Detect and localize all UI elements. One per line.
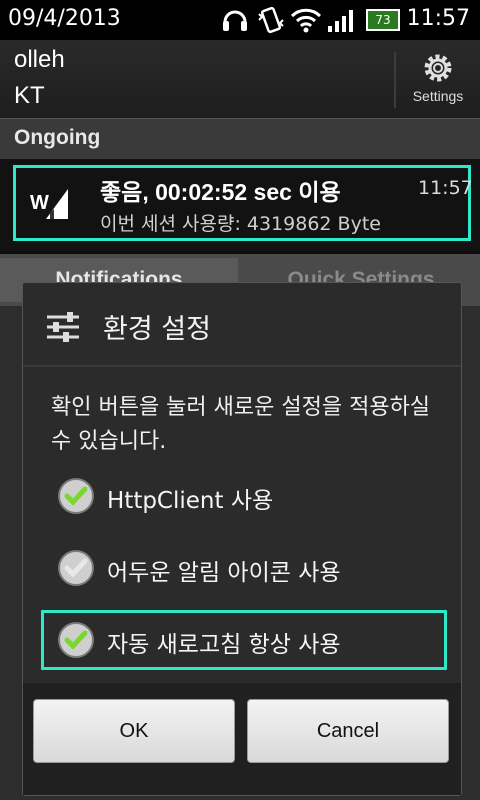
settings-label: Settings [412, 88, 464, 104]
dialog-title-bar: 환경 설정 [23, 283, 461, 365]
status-bar: 09/4/2013 73 11:57 [0, 0, 480, 40]
sliders-icon [47, 312, 79, 342]
notification-title: 좋음, 00:02:52 sec 이용 [100, 179, 341, 205]
checkbox-checked-icon[interactable] [57, 477, 95, 515]
carrier-panel: olleh KT Settings [0, 40, 480, 118]
checkbox-unchecked-icon[interactable] [57, 549, 95, 587]
carrier-name: olleh [14, 46, 65, 73]
dialog-title: 환경 설정 [103, 314, 211, 345]
svg-text:W: W [30, 192, 49, 214]
vibrate-icon [258, 6, 284, 34]
signal-icon [328, 10, 353, 32]
gear-icon [424, 54, 452, 82]
ok-button[interactable]: OK [33, 699, 235, 763]
settings-button[interactable]: Settings [400, 44, 476, 116]
notification-time: 11:57 [418, 177, 473, 199]
ongoing-header: Ongoing [0, 118, 480, 159]
notification-subtitle: 이번 세션 사용량: 4319862 Byte [100, 213, 381, 235]
option-label: HttpClient 사용 [107, 488, 274, 514]
option-label: 어두운 알림 아이콘 사용 [107, 560, 341, 586]
carrier-network: KT [14, 82, 45, 109]
dialog-button-bar: OK Cancel [23, 683, 461, 795]
divider [23, 365, 461, 367]
option-label: 자동 새로고침 항상 사용 [107, 632, 341, 658]
ongoing-notification[interactable]: W 좋음, 00:02:52 sec 이용 이번 세션 사용량: 4319862… [0, 159, 480, 251]
wifi-icon [290, 8, 322, 33]
option-httpclient[interactable]: HttpClient 사용 [23, 461, 461, 531]
signal-app-icon: W [30, 189, 68, 219]
battery-level: 73 [375, 13, 391, 27]
battery-icon: 73 [366, 9, 400, 31]
divider [394, 52, 396, 108]
dialog-message: 확인 버튼을 눌러 새로운 설정을 적용하실 수 있습니다. [51, 395, 431, 454]
option-dark-icon[interactable]: 어두운 알림 아이콘 사용 [23, 533, 461, 603]
cancel-button[interactable]: Cancel [247, 699, 449, 763]
status-date: 09/4/2013 [8, 6, 121, 31]
checkbox-checked-icon[interactable] [57, 621, 95, 659]
settings-dialog: 환경 설정 확인 버튼을 눌러 새로운 설정을 적용하실 수 있습니다. Htt… [22, 282, 462, 796]
headset-icon [223, 10, 247, 31]
ongoing-label: Ongoing [14, 126, 101, 149]
option-auto-refresh[interactable]: 자동 새로고침 항상 사용 [23, 605, 461, 675]
status-time: 11:57 [406, 6, 470, 31]
